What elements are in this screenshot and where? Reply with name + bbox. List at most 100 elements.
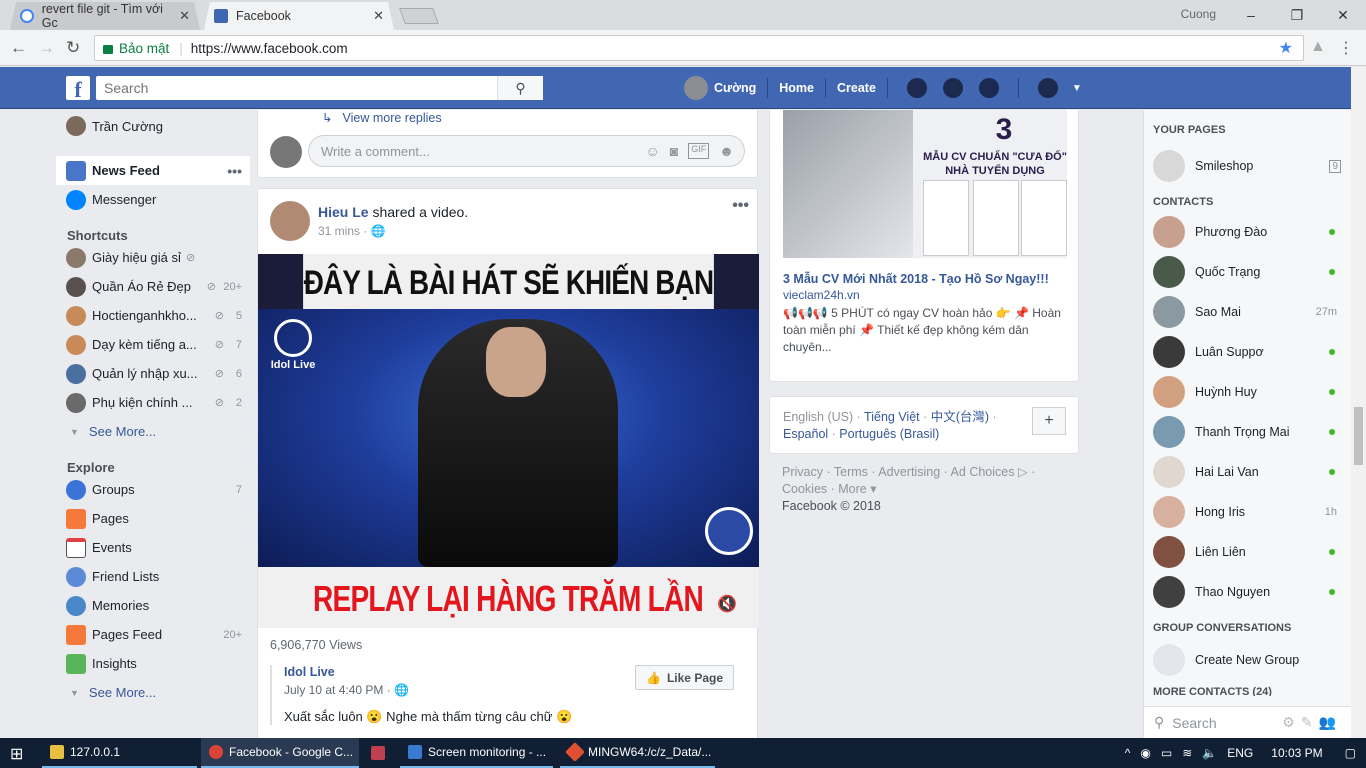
more-options-icon[interactable]: ••• xyxy=(227,163,242,179)
sidebar-item-insights[interactable]: Insights xyxy=(56,649,250,678)
sidebar-item-events[interactable]: Events xyxy=(56,533,250,562)
contact-item[interactable]: Sao Mai 27m xyxy=(1144,292,1351,332)
gif-icon[interactable]: GIF xyxy=(688,143,710,159)
post-time[interactable]: 31 mins · xyxy=(318,224,367,238)
taskbar-item[interactable]: MINGW64:/c/z_Data/... xyxy=(560,738,715,768)
create-link[interactable]: Create xyxy=(837,81,876,95)
ad-image[interactable]: 3 MẪU CV CHUẨN "CƯA ĐỔ" NHÀ TUYỂN DỤNG xyxy=(783,110,1067,258)
avatar[interactable] xyxy=(684,76,708,100)
contact-item[interactable]: Thao Nguyen xyxy=(1144,572,1351,612)
language-link[interactable]: Tiếng Việt xyxy=(864,410,920,424)
sidebar-item-pages[interactable]: Pages xyxy=(56,504,250,533)
contact-item[interactable]: Thanh Trọng Mai xyxy=(1144,412,1351,452)
create-new-group[interactable]: Create New Group xyxy=(1144,638,1351,682)
messenger-icon[interactable] xyxy=(942,78,963,98)
profile-link[interactable]: Cường xyxy=(714,81,756,95)
search-input[interactable] xyxy=(96,77,496,99)
see-more-shortcuts[interactable]: ▼ See More... xyxy=(56,417,250,446)
like-page-button[interactable]: 👍 Like Page xyxy=(635,665,734,690)
omnibox[interactable]: Bảo mật | https://www.facebook.com ★ xyxy=(94,35,1304,61)
sidebar-item-friend-lists[interactable]: Friend Lists xyxy=(56,562,250,591)
language-link[interactable]: Português (Brasil) xyxy=(839,427,939,441)
facebook-logo-icon[interactable]: f xyxy=(66,76,90,102)
sticker-icon[interactable]: ☻ xyxy=(719,143,734,159)
contact-item[interactable]: Liên Liên xyxy=(1144,532,1351,572)
menu-icon[interactable]: ⋮ xyxy=(1338,38,1354,58)
forward-icon[interactable]: → xyxy=(38,38,55,58)
more-options-icon[interactable]: ••• xyxy=(732,197,749,215)
url-text[interactable]: https://www.facebook.com xyxy=(191,41,348,56)
avatar[interactable] xyxy=(270,201,310,241)
page-item-smileshop[interactable]: Smileshop 9 xyxy=(1144,140,1351,192)
chat-options-icon[interactable]: ⚙✎👥 xyxy=(1282,714,1342,731)
friend-requests-icon[interactable] xyxy=(906,78,927,98)
contact-item[interactable]: Huỳnh Huy xyxy=(1144,372,1351,412)
comment-input[interactable]: Write a comment... ☺ ◙ GIF ☻ xyxy=(308,135,745,167)
volume-icon[interactable]: 🔈 xyxy=(1202,746,1217,760)
language-link[interactable]: Español xyxy=(783,427,828,441)
shortcut-item[interactable]: Phụ kiện chính ... ⊘ 2 xyxy=(56,388,250,417)
windows-start-icon[interactable]: ⊞ xyxy=(10,744,23,764)
minimize-icon[interactable]: – xyxy=(1228,7,1274,23)
page-scrollbar[interactable] xyxy=(1351,67,1366,738)
contact-item[interactable]: Hai Lai Van xyxy=(1144,452,1351,492)
tab-google-search[interactable]: revert file git - Tìm với Gc ✕ xyxy=(10,2,200,30)
see-more-link[interactable]: See More... xyxy=(89,685,156,700)
new-tab-button[interactable] xyxy=(399,8,439,24)
video-player[interactable]: ĐÂY LÀ BÀI HÁT SẼ KHIẾN BẠN Idol Live RE… xyxy=(258,254,759,628)
view-more-replies[interactable]: ↳ View more replies xyxy=(322,110,442,125)
battery-icon[interactable]: ▭ xyxy=(1161,746,1172,760)
back-icon[interactable]: ← xyxy=(10,38,27,58)
reload-icon[interactable]: ↻ xyxy=(66,38,80,58)
notifications-icon[interactable] xyxy=(978,78,999,98)
language-link[interactable]: 中文(台灣) xyxy=(931,410,989,424)
taskbar-item[interactable] xyxy=(363,738,395,768)
emoji-icon[interactable]: ☺ xyxy=(646,143,660,159)
bookmark-star-icon[interactable]: ★ xyxy=(1279,38,1293,58)
sidebar-item-messenger[interactable]: Messenger xyxy=(56,185,250,214)
shortcut-item[interactable]: Dạy kèm tiếng a... ⊘ 7 xyxy=(56,330,250,359)
shared-post-time[interactable]: July 10 at 4:40 PM · xyxy=(284,683,391,697)
shortcut-item[interactable]: Quản lý nhập xu... ⊘ 6 xyxy=(56,359,250,388)
chevron-up-icon[interactable]: ^ xyxy=(1125,746,1131,760)
notifications-icon[interactable]: ▢ xyxy=(1345,746,1356,760)
sidebar-item-pages-feed[interactable]: Pages Feed 20+ xyxy=(56,620,250,649)
close-icon[interactable]: ✕ xyxy=(1320,7,1366,24)
add-language-button[interactable]: + xyxy=(1032,407,1066,435)
wifi-icon[interactable]: ≋ xyxy=(1182,746,1192,760)
sidebar-item-profile[interactable]: Trần Cường xyxy=(56,110,250,142)
close-tab-icon[interactable]: ✕ xyxy=(179,8,190,24)
sidebar-item-memories[interactable]: Memories xyxy=(56,591,250,620)
ad-url[interactable]: vieclam24h.vn xyxy=(783,288,860,302)
home-link[interactable]: Home xyxy=(779,81,814,95)
shortcut-item[interactable]: Hoctienganhkho... ⊘ 5 xyxy=(56,301,250,330)
maximize-icon[interactable]: ❐ xyxy=(1274,7,1320,24)
contact-item[interactable]: Luân Suppơ xyxy=(1144,332,1351,372)
post-author[interactable]: Hieu Le xyxy=(318,204,369,220)
taskbar-item[interactable]: Facebook - Google C... xyxy=(201,738,359,768)
contact-item[interactable]: Quốc Trạng xyxy=(1144,252,1351,292)
language-indicator[interactable]: ENG xyxy=(1227,746,1253,760)
clock[interactable]: 10:03 PM xyxy=(1271,746,1322,760)
footer-links[interactable]: Privacy · Terms · Advertising · Ad Choic… xyxy=(782,465,1035,496)
see-more-explore[interactable]: ▼ See More... xyxy=(56,678,250,707)
tray-app-icon[interactable]: ◉ xyxy=(1140,746,1150,760)
search-icon[interactable]: ⚲ xyxy=(497,76,543,100)
view-more-link[interactable]: View more replies xyxy=(342,111,441,125)
mute-icon[interactable]: 🔇 xyxy=(717,594,737,614)
tab-facebook[interactable]: Facebook ✕ xyxy=(204,2,394,30)
sponsored-ad[interactable]: 3 MẪU CV CHUẨN "CƯA ĐỔ" NHÀ TUYỂN DỤNG 3… xyxy=(769,110,1079,382)
chat-search[interactable]: ⚲ Search ⚙✎👥 xyxy=(1144,706,1352,738)
contact-item[interactable]: Phương Đào xyxy=(1144,212,1351,252)
chevron-down-icon[interactable]: ▼ xyxy=(1072,83,1082,94)
ad-title[interactable]: 3 Mẫu CV Mới Nhất 2018 - Tạo Hồ Sơ Ngay!… xyxy=(783,272,1049,286)
contact-item[interactable]: Hong Iris 1h xyxy=(1144,492,1351,532)
help-icon[interactable] xyxy=(1037,78,1058,98)
sidebar-item-groups[interactable]: Groups 7 xyxy=(56,475,250,504)
browser-user-chip[interactable]: Cuong xyxy=(1181,7,1216,21)
camera-icon[interactable]: ◙ xyxy=(670,143,678,159)
extension-icon[interactable]: ▲ xyxy=(1310,38,1326,56)
scrollbar-thumb[interactable] xyxy=(1354,407,1363,465)
shortcut-item[interactable]: Quần Áo Rẻ Đẹp ⊘ 20+ xyxy=(56,272,250,301)
close-tab-icon[interactable]: ✕ xyxy=(373,8,384,24)
